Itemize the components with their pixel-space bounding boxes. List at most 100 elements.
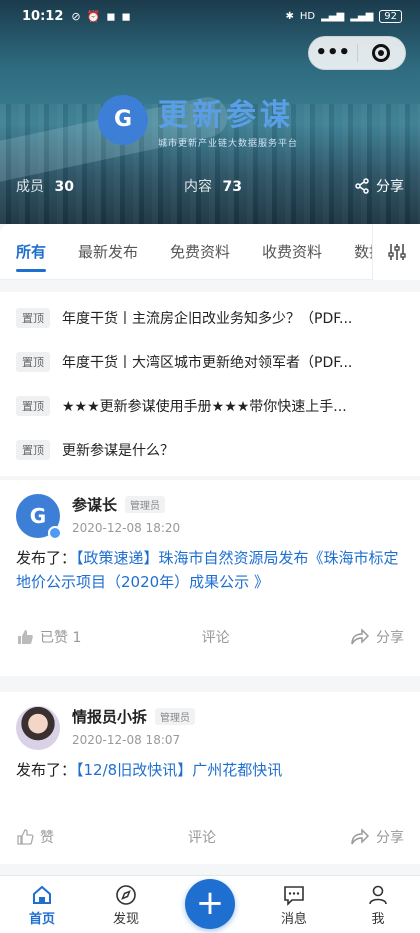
role-badge: 管理员 bbox=[155, 708, 196, 725]
share-icon bbox=[355, 178, 369, 194]
battery-icon: 92 bbox=[379, 9, 402, 23]
signal-4g-icon: ▂▄▆ bbox=[350, 10, 374, 22]
share-post-button[interactable]: 分享 bbox=[350, 827, 404, 847]
brand-title: 更新参谋 bbox=[158, 98, 294, 133]
post-body: 发布了：【12/8旧改快讯】广州花都快讯 bbox=[16, 758, 404, 782]
author-name[interactable]: 参谋长 bbox=[72, 494, 117, 515]
home-icon bbox=[33, 885, 51, 904]
members-stat[interactable]: 成员 30 bbox=[16, 176, 184, 196]
avatar[interactable] bbox=[16, 706, 60, 750]
pinned-title: ★★★更新参谋使用手册★★★带你快速上手... bbox=[62, 399, 347, 415]
nav-me[interactable]: 我 bbox=[336, 882, 420, 933]
post-time: 2020-12-08 18:07 bbox=[72, 733, 181, 747]
message-icon bbox=[284, 886, 304, 906]
pinned-item[interactable]: 置顶 年度干货丨主流房企旧改业务知多少？（PDF... bbox=[0, 296, 420, 340]
comment-label: 评论 bbox=[188, 830, 216, 846]
post-link[interactable]: 【12/8旧改快讯】广州花都快讯 bbox=[76, 761, 282, 779]
members-label: 成员 bbox=[16, 179, 44, 195]
share-post-label: 分享 bbox=[376, 830, 404, 846]
role-badge: 管理员 bbox=[125, 496, 166, 513]
nav-me-label: 我 bbox=[371, 912, 385, 927]
thumbs-up-outline-icon bbox=[17, 829, 34, 845]
pinned-item[interactable]: 置顶 更新参谋是什么？ bbox=[0, 428, 420, 472]
brand-logo: G 更新参谋 城市更新产业链大数据服务平台 bbox=[98, 90, 298, 149]
group-stats: 成员 30 内容 73 分享 bbox=[16, 176, 404, 196]
post-actions: 赞 评论 分享 bbox=[16, 812, 404, 862]
content-stat[interactable]: 内容 73 bbox=[184, 176, 242, 196]
pinned-tag: 置顶 bbox=[16, 352, 50, 372]
pinned-list: 置顶 年度干货丨主流房企旧改业务知多少？（PDF... 置顶 年度干货丨大湾区城… bbox=[0, 292, 420, 476]
target-icon bbox=[372, 44, 391, 62]
app-icon: ◼ bbox=[121, 9, 131, 23]
tab-free[interactable]: 免费资料 bbox=[154, 224, 246, 280]
post-time: 2020-12-08 18:20 bbox=[72, 521, 181, 535]
mute-icon: ⊘ bbox=[71, 9, 81, 23]
share-label: 分享 bbox=[376, 179, 404, 195]
close-miniapp-button[interactable] bbox=[357, 44, 405, 62]
pinned-tag: 置顶 bbox=[16, 440, 50, 460]
post-prefix: 发布了： bbox=[16, 549, 77, 567]
pinned-tag: 置顶 bbox=[16, 396, 50, 416]
like-label: 已赞 1 bbox=[40, 630, 82, 646]
like-button[interactable]: 赞 bbox=[16, 827, 54, 847]
nav-add-wrapper: + bbox=[168, 875, 252, 933]
content-label: 内容 bbox=[184, 179, 212, 195]
group-header-banner: 10:12 ⊘ ⏰ ◼ ◼ ✱ HD ▂▄▆ ▂▄▆ 92 ••• G 更新参谋… bbox=[0, 0, 420, 224]
post-body: 发布了：【政策速递】珠海市自然资源局发布《珠海市标定地价公示项目（2020年）成… bbox=[16, 546, 404, 594]
user-icon bbox=[369, 885, 387, 905]
status-icons: ⊘ ⏰ ◼ ◼ bbox=[71, 10, 130, 23]
hd-icon: HD bbox=[299, 10, 316, 22]
nav-discover-label: 发现 bbox=[112, 912, 139, 927]
add-post-button[interactable]: + bbox=[185, 879, 235, 929]
wechat-icon: ◼ bbox=[106, 9, 116, 23]
filter-button[interactable] bbox=[372, 223, 420, 280]
tab-all[interactable]: 所有 bbox=[0, 224, 62, 280]
status-bar: 10:12 ⊘ ⏰ ◼ ◼ ✱ HD ▂▄▆ ▂▄▆ 92 bbox=[22, 6, 402, 26]
share-post-button[interactable]: 分享 bbox=[350, 627, 404, 647]
tab-data[interactable]: 数据 bbox=[338, 224, 372, 280]
nav-home[interactable]: 首页 bbox=[0, 882, 84, 933]
more-menu-button[interactable]: ••• bbox=[309, 36, 357, 70]
tab-latest[interactable]: 最新发布 bbox=[62, 224, 154, 280]
pinned-item[interactable]: 置顶 ★★★更新参谋使用手册★★★带你快速上手... bbox=[0, 384, 420, 428]
alarm-icon: ⏰ bbox=[86, 9, 101, 23]
feed-post[interactable]: G 参谋长 管理员 2020-12-08 18:20 发布了：【政策速递】珠海市… bbox=[0, 480, 420, 676]
pinned-tag: 置顶 bbox=[16, 308, 50, 328]
logo-icon: G bbox=[98, 94, 148, 145]
thumbs-up-icon bbox=[18, 630, 33, 644]
post-actions: 已赞 1 评论 分享 bbox=[16, 612, 404, 662]
avatar[interactable]: G bbox=[16, 494, 62, 540]
pinned-title: 年度干货丨主流房企旧改业务知多少？（PDF... bbox=[62, 311, 353, 327]
comment-label: 评论 bbox=[201, 630, 230, 646]
comment-button[interactable]: 评论 bbox=[54, 827, 350, 847]
feed-post[interactable]: 情报员小拆 管理员 2020-12-08 18:07 发布了：【12/8旧改快讯… bbox=[0, 692, 420, 864]
bluetooth-icon: ✱ bbox=[285, 10, 294, 22]
comment-button[interactable]: 评论 bbox=[81, 627, 350, 647]
tab-paid[interactable]: 收费资料 bbox=[246, 224, 338, 280]
author-name[interactable]: 情报员小拆 bbox=[72, 706, 147, 727]
members-count: 30 bbox=[54, 179, 74, 195]
like-button[interactable]: 已赞 1 bbox=[16, 627, 81, 647]
signal-5g-icon: ▂▄▆ bbox=[321, 10, 345, 22]
status-time: 10:12 bbox=[22, 8, 64, 24]
forward-icon bbox=[351, 628, 370, 645]
bottom-navigation: 首页 发现 + 消息 我 bbox=[0, 875, 420, 933]
status-right: ✱ HD ▂▄▆ ▂▄▆ 92 bbox=[285, 9, 402, 23]
nav-messages-label: 消息 bbox=[280, 912, 307, 927]
share-group-button[interactable]: 分享 bbox=[354, 176, 404, 196]
nav-discover[interactable]: 发现 bbox=[84, 882, 168, 933]
compass-icon bbox=[116, 885, 136, 905]
pinned-title: 年度干货丨大湾区城市更新绝对领军者（PDF... bbox=[62, 355, 353, 371]
brand-subtitle: 城市更新产业链大数据服务平台 bbox=[158, 139, 299, 149]
nav-home-label: 首页 bbox=[28, 912, 55, 927]
post-prefix: 发布了： bbox=[16, 761, 77, 779]
pinned-item[interactable]: 置顶 年度干货丨大湾区城市更新绝对领军者（PDF... bbox=[0, 340, 420, 384]
forward-icon bbox=[351, 828, 370, 845]
filter-icon bbox=[387, 243, 406, 260]
content-count: 73 bbox=[222, 179, 242, 195]
verified-badge-icon bbox=[48, 526, 62, 540]
nav-messages[interactable]: 消息 bbox=[252, 882, 336, 933]
share-post-label: 分享 bbox=[376, 630, 404, 646]
like-label: 赞 bbox=[40, 830, 54, 846]
pinned-title: 更新参谋是什么？ bbox=[62, 443, 174, 459]
